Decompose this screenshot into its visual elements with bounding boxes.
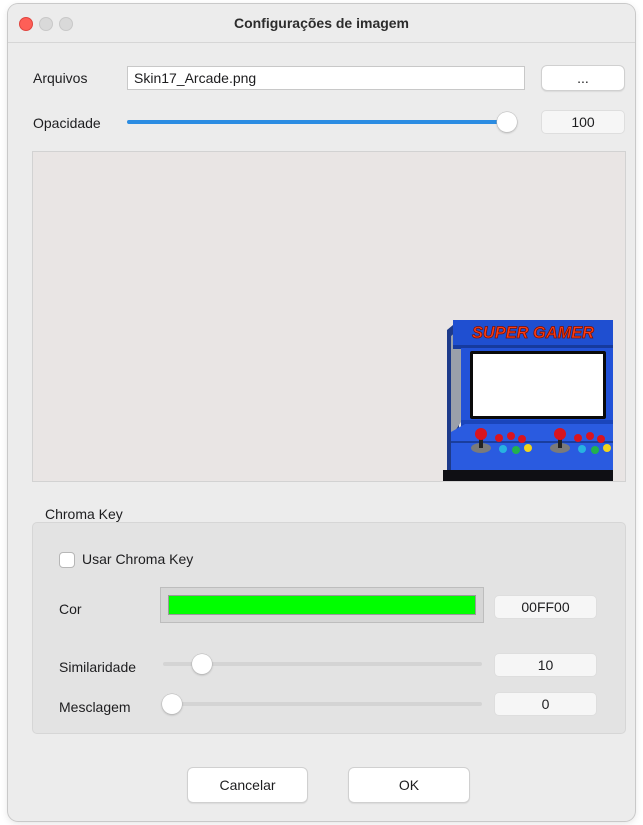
similarity-value-field[interactable]: 10	[494, 653, 597, 677]
opacity-slider-fill	[127, 120, 517, 124]
blend-label: Mesclagem	[59, 699, 131, 715]
chroma-group-label: Chroma Key	[45, 506, 123, 522]
opacity-slider-knob[interactable]	[497, 112, 517, 132]
browse-file-button[interactable]: ...	[541, 65, 625, 91]
cancel-button[interactable]: Cancelar	[187, 767, 308, 803]
files-label: Arquivos	[33, 70, 88, 86]
opacity-label: Opacidade	[33, 115, 101, 131]
blend-value-field[interactable]: 0	[494, 692, 597, 716]
similarity-label: Similaridade	[59, 659, 137, 675]
ok-button[interactable]: OK	[348, 767, 470, 803]
opacity-slider[interactable]	[127, 120, 517, 124]
image-preview: SUPER GAMER	[32, 151, 626, 482]
window-title: Configurações de imagem	[233, 15, 410, 31]
file-path-input[interactable]: Skin17_Arcade.png	[127, 66, 525, 90]
color-well[interactable]	[160, 587, 484, 623]
cabinet-logo-text: SUPER GAMER	[472, 323, 595, 342]
title-bar[interactable]: Configurações de imagem	[8, 4, 635, 43]
use-chroma-checkbox[interactable]	[59, 552, 75, 568]
similarity-slider-knob[interactable]	[192, 654, 212, 674]
blend-slider-knob[interactable]	[162, 694, 182, 714]
color-swatch	[168, 595, 476, 615]
opacity-value-field[interactable]: 100	[541, 110, 625, 134]
color-hex-field[interactable]: 00FF00	[494, 595, 597, 619]
arcade-cabinet-image: SUPER GAMER	[443, 320, 613, 481]
use-chroma-label[interactable]: Usar Chroma Key	[82, 551, 193, 567]
color-label: Cor	[59, 601, 82, 617]
dialog-window: Configurações de imagem Arquivos Skin17_…	[8, 4, 635, 821]
blend-slider[interactable]	[163, 702, 482, 706]
